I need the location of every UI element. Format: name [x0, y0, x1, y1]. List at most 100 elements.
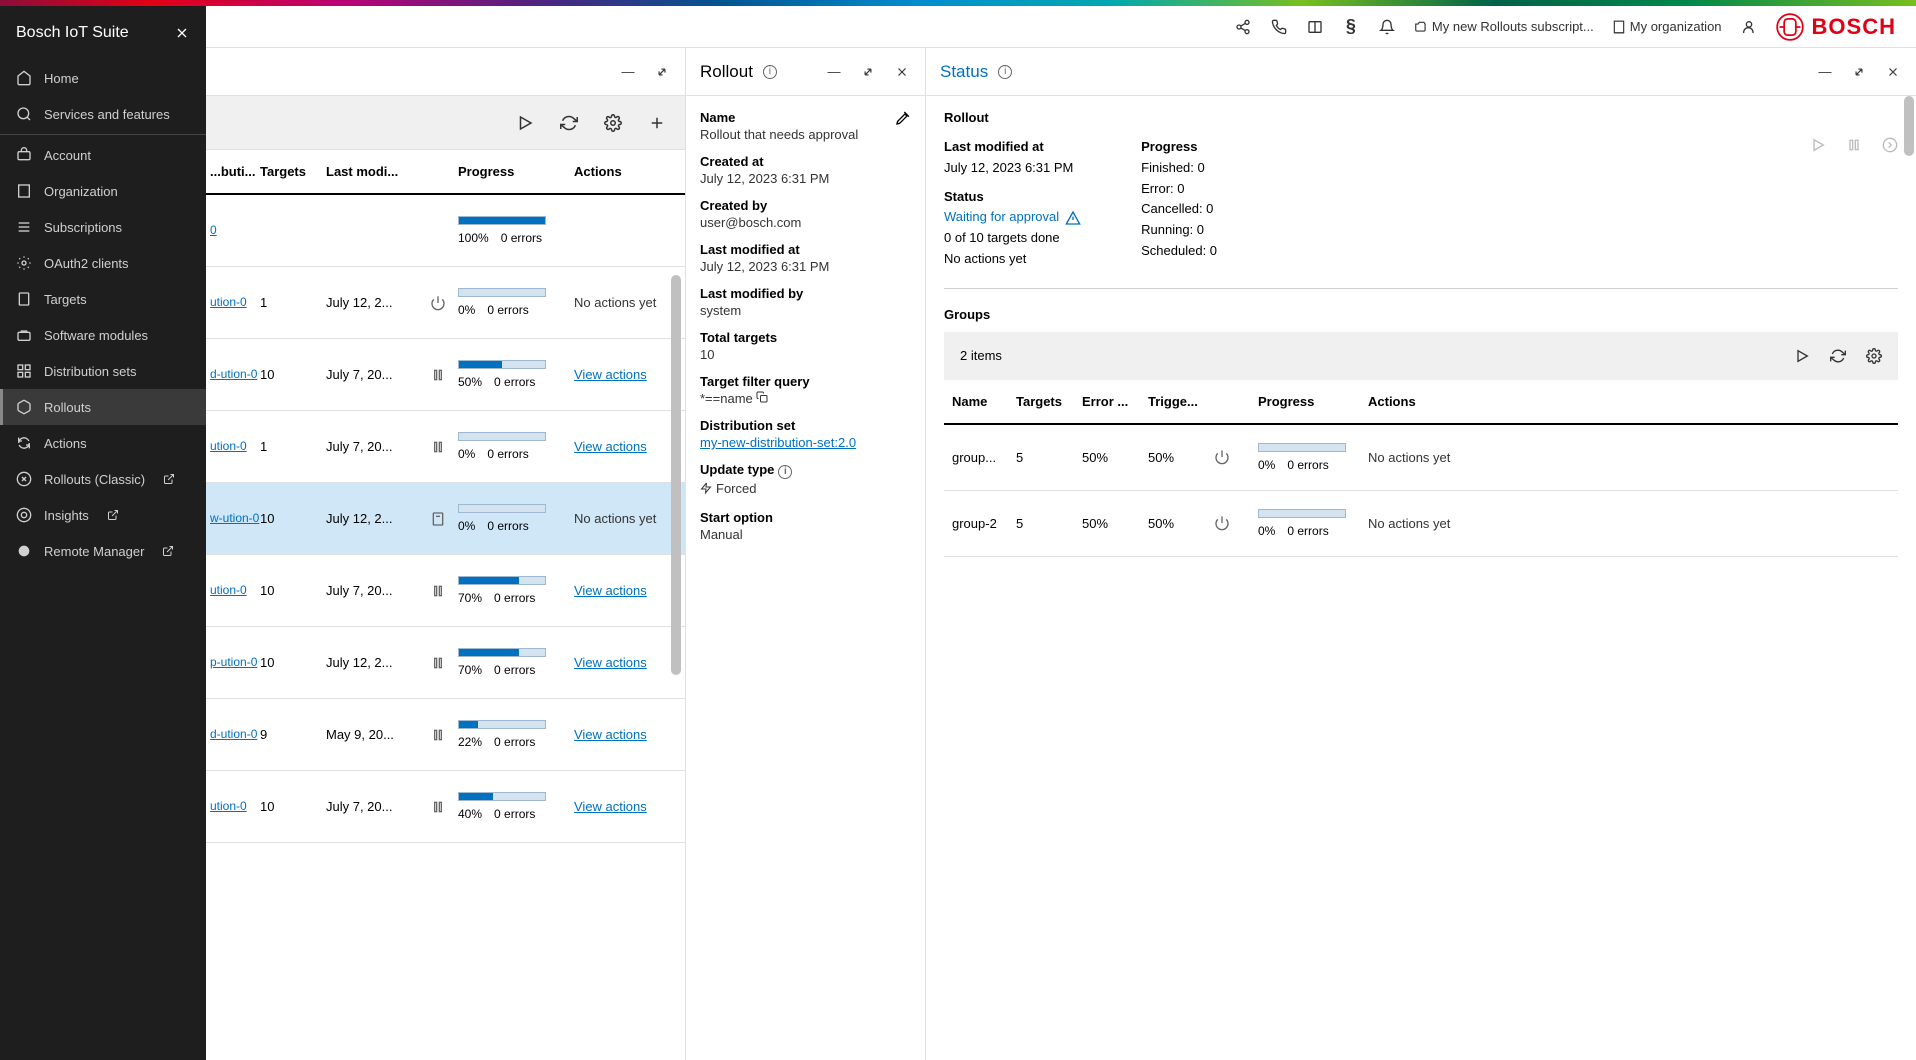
org-dropdown[interactable]: My organization	[1612, 19, 1722, 34]
expand-icon[interactable]	[1850, 63, 1868, 81]
gcol-trigger[interactable]: Trigge...	[1148, 394, 1214, 409]
doc-icon	[16, 291, 32, 307]
view-actions-link[interactable]: View actions	[574, 583, 647, 598]
sidebar-item-home[interactable]: Home	[0, 60, 206, 96]
minimize-icon[interactable]: —	[825, 63, 843, 81]
phone-icon[interactable]	[1270, 18, 1288, 36]
sidebar-item-targets[interactable]: Targets	[0, 281, 206, 317]
gcol-actions[interactable]: Actions	[1368, 394, 1890, 409]
expand-icon[interactable]	[859, 63, 877, 81]
progress-errors: 0 errors	[494, 375, 535, 389]
bell-icon[interactable]	[1378, 18, 1396, 36]
play-icon[interactable]	[1794, 348, 1810, 364]
sidebar-item-organization[interactable]: Organization	[0, 173, 206, 209]
modified-cell: July 7, 20...	[326, 799, 418, 814]
view-actions-link[interactable]: View actions	[574, 439, 647, 454]
close-icon[interactable]	[1884, 63, 1902, 81]
subscription-label: My new Rollouts subscript...	[1432, 19, 1594, 34]
pause-icon[interactable]	[1846, 137, 1862, 153]
progress-errors: 0 errors	[494, 735, 535, 749]
expand-icon[interactable]	[653, 63, 671, 81]
share-icon[interactable]	[1234, 18, 1252, 36]
dist-link[interactable]: d-ution-0	[210, 727, 257, 741]
dist-link[interactable]: 0	[210, 223, 217, 237]
rollouts-table-header: ...buti... Targets Last modi... Progress…	[206, 150, 685, 195]
table-row[interactable]: ution-010July 7, 20...70%0 errorsView ac…	[206, 555, 685, 627]
group-row[interactable]: group-2550%50%0%0 errorsNo actions yet	[944, 491, 1898, 557]
table-row[interactable]: 0100%0 errors	[206, 195, 685, 267]
info-icon[interactable]: i	[998, 65, 1012, 79]
table-row[interactable]: ution-01July 7, 20...0%0 errorsView acti…	[206, 411, 685, 483]
subscription-dropdown[interactable]: My new Rollouts subscript...	[1414, 19, 1594, 34]
sidebar-close-icon[interactable]	[174, 25, 190, 41]
sidebar-item-oauth2-clients[interactable]: OAuth2 clients	[0, 245, 206, 281]
gear-icon[interactable]	[1866, 348, 1882, 364]
table-row[interactable]: ution-01July 12, 2...0%0 errorsNo action…	[206, 267, 685, 339]
sidebar-item-services-and-features[interactable]: Services and features	[0, 96, 206, 132]
view-actions-link[interactable]: View actions	[574, 727, 647, 742]
dist-link[interactable]: ution-0	[210, 799, 247, 813]
skip-icon[interactable]	[1882, 137, 1898, 153]
gear-icon[interactable]	[603, 113, 623, 133]
close-icon[interactable]	[893, 63, 911, 81]
table-row[interactable]: d-ution-09May 9, 20...22%0 errorsView ac…	[206, 699, 685, 771]
view-actions-link[interactable]: View actions	[574, 799, 647, 814]
dist-link[interactable]: p-ution-0	[210, 655, 257, 669]
play-icon[interactable]	[515, 113, 535, 133]
sidebar-label: Rollouts (Classic)	[44, 472, 145, 487]
sidebar-item-actions[interactable]: Actions	[0, 425, 206, 461]
dist-link[interactable]: ution-0	[210, 295, 247, 309]
minimize-icon[interactable]: —	[619, 63, 637, 81]
minimize-icon[interactable]: —	[1816, 63, 1834, 81]
refresh-icon[interactable]	[1830, 348, 1846, 364]
user-icon[interactable]	[1740, 18, 1758, 36]
table-row[interactable]: d-ution-010July 7, 20...50%0 errorsView …	[206, 339, 685, 411]
col-modified[interactable]: Last modi...	[326, 164, 418, 179]
dist-link[interactable]: ution-0	[210, 583, 247, 597]
dist-link[interactable]: d-ution-0	[210, 367, 257, 381]
gcol-targets[interactable]: Targets	[1016, 394, 1082, 409]
sidebar-item-rollouts-classic-[interactable]: Rollouts (Classic)	[0, 461, 206, 497]
progress-pct: 70%	[458, 591, 482, 605]
section-icon[interactable]: §	[1342, 18, 1360, 36]
scrollbar-thumb[interactable]	[1904, 96, 1914, 156]
col-progress[interactable]: Progress	[458, 164, 566, 179]
refresh-icon[interactable]	[559, 113, 579, 133]
add-icon[interactable]	[647, 113, 667, 133]
table-row[interactable]: ution-010July 7, 20...40%0 errorsView ac…	[206, 771, 685, 843]
sidebar-item-software-modules[interactable]: Software modules	[0, 317, 206, 353]
home-icon	[16, 70, 32, 86]
col-dist[interactable]: ...buti...	[206, 164, 260, 179]
col-targets[interactable]: Targets	[260, 164, 326, 179]
sidebar-item-remote-manager[interactable]: Remote Manager	[0, 533, 206, 569]
dist-set-label: Distribution set	[700, 418, 911, 433]
dist-set-link[interactable]: my-new-distribution-set:2.0	[700, 435, 856, 450]
modified-cell: May 9, 20...	[326, 727, 418, 742]
edit-icon[interactable]	[895, 110, 911, 126]
view-actions-link[interactable]: View actions	[574, 367, 647, 382]
group-row[interactable]: group...550%50%0%0 errorsNo actions yet	[944, 425, 1898, 491]
book-icon[interactable]	[1306, 18, 1324, 36]
gcol-progress[interactable]: Progress	[1258, 394, 1368, 409]
sidebar-item-insights[interactable]: Insights	[0, 497, 206, 533]
col-actions[interactable]: Actions	[566, 164, 685, 179]
gear-icon	[16, 255, 32, 271]
rollouts-table-body[interactable]: 0100%0 errorsution-01July 12, 2...0%0 er…	[206, 195, 685, 1060]
view-actions-link[interactable]: View actions	[574, 655, 647, 670]
sidebar-item-distribution-sets[interactable]: Distribution sets	[0, 353, 206, 389]
play-icon[interactable]	[1810, 137, 1826, 153]
scrollbar-thumb[interactable]	[671, 275, 681, 675]
gcol-error[interactable]: Error ...	[1082, 394, 1148, 409]
sidebar-item-account[interactable]: Account	[0, 137, 206, 173]
dist-link[interactable]: w-ution-0	[210, 511, 259, 525]
dist-link[interactable]: ution-0	[210, 439, 247, 453]
info-icon[interactable]: i	[778, 465, 792, 479]
sidebar-item-rollouts[interactable]: Rollouts	[0, 389, 206, 425]
no-actions-text: No actions yet	[574, 511, 656, 526]
info-icon[interactable]: i	[763, 65, 777, 79]
targets-cell: 9	[260, 727, 326, 742]
table-row[interactable]: p-ution-010July 12, 2...70%0 errorsView …	[206, 627, 685, 699]
gcol-name[interactable]: Name	[952, 394, 1016, 409]
sidebar-item-subscriptions[interactable]: Subscriptions	[0, 209, 206, 245]
table-row[interactable]: w-ution-010July 12, 2...0%0 errorsNo act…	[206, 483, 685, 555]
